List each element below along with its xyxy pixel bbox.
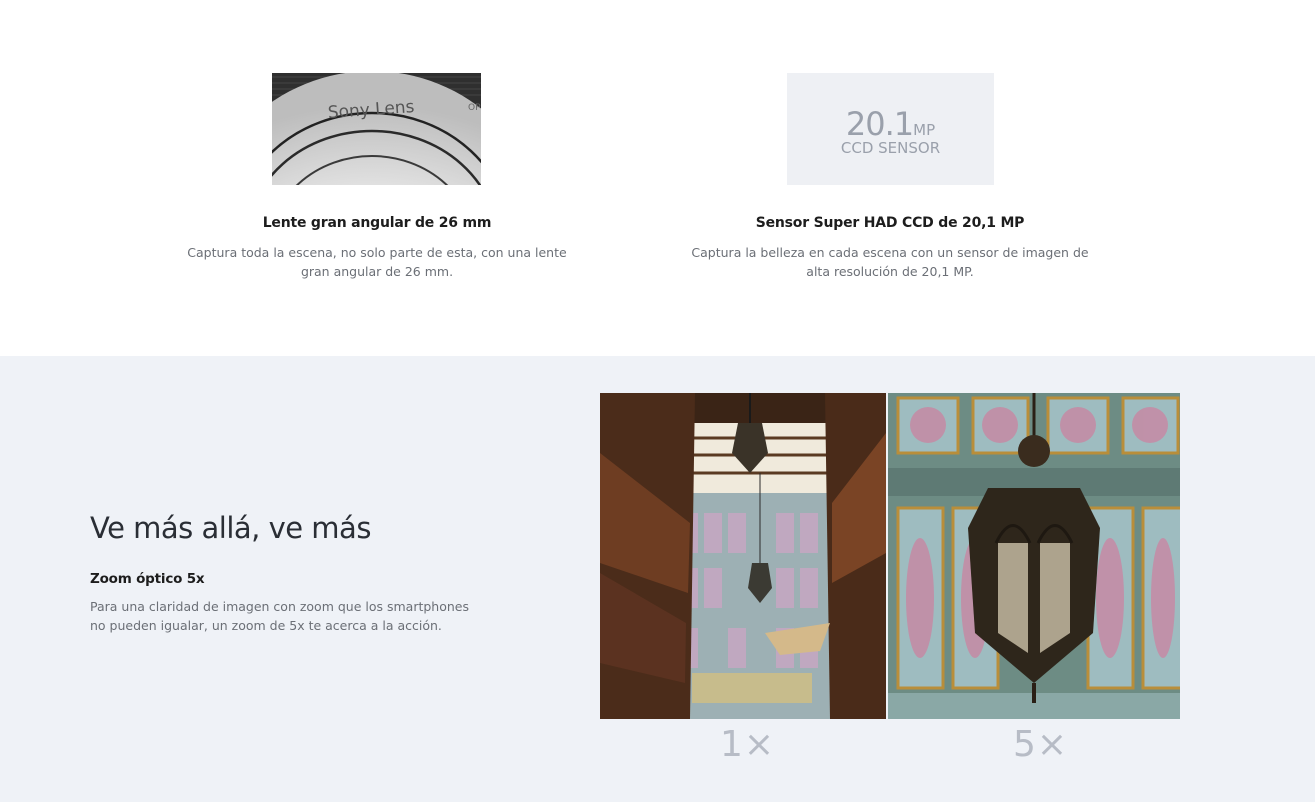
- zoom-description: Para una claridad de imagen con zoom que…: [90, 599, 470, 633]
- lantern-photo: [888, 393, 1180, 719]
- zoom-subheading: Zoom óptico 5x: [90, 571, 205, 587]
- zoom-label-5x: 5×: [1013, 724, 1069, 765]
- sensor-unit: MP: [913, 121, 936, 139]
- lens-side-text: OP: [468, 103, 481, 113]
- feature-sensor-title: Sensor Super HAD CCD de 20,1 MP: [755, 215, 1025, 231]
- alley-photo: [600, 393, 886, 719]
- photo-1x: [600, 393, 886, 719]
- lens-illustration: Sony Lens OP: [272, 73, 481, 185]
- features-section: Sony Lens OP Lente gran angular de 26 mm…: [0, 0, 1315, 356]
- zoom-label-1x: 1×: [720, 724, 776, 765]
- lens-image: Sony Lens OP: [272, 73, 481, 185]
- sensor-caption: CCD SENSOR: [840, 139, 941, 157]
- feature-sensor-description: Captura la belleza en cada escena con un…: [691, 245, 1089, 279]
- sensor-megapixels: 20.1: [845, 105, 914, 143]
- photo-5x: [888, 393, 1180, 719]
- zoom-heading: Ve más allá, ve más: [90, 511, 371, 545]
- feature-lens-description: Captura toda la escena, no solo parte de…: [187, 245, 567, 279]
- sensor-image: 20.1MP CCD SENSOR: [787, 73, 994, 185]
- feature-lens-title: Lente gran angular de 26 mm: [262, 215, 492, 231]
- zoom-section: Ve más allá, ve más Zoom óptico 5x Para …: [0, 356, 1315, 802]
- sensor-badge: 20.1MP CCD SENSOR: [787, 105, 994, 157]
